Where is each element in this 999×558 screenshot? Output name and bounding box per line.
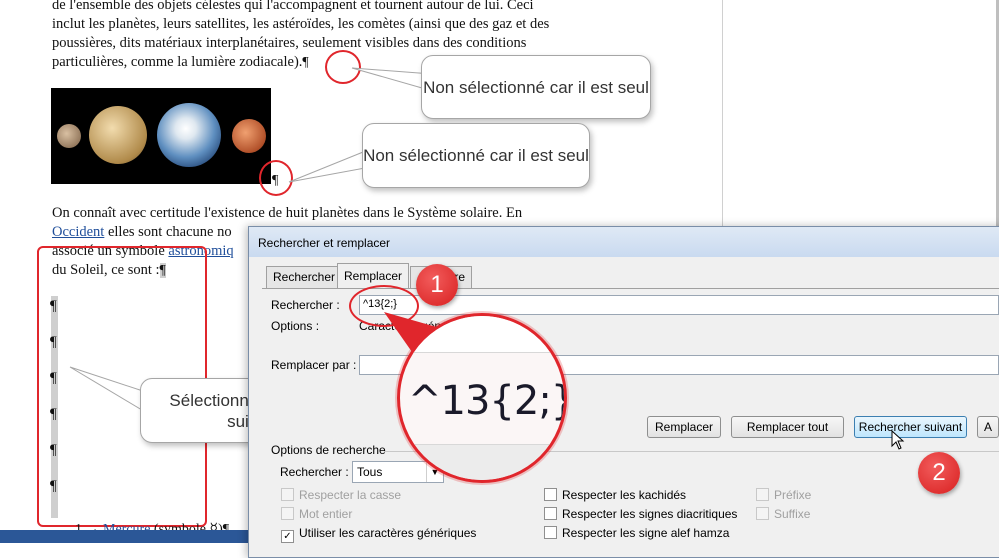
diacritics-checkbox[interactable]: Respecter les signes diacritiques [544,507,737,521]
options-label: Options : [271,319,320,333]
dialog-titlebar[interactable]: Rechercher et remplacer [249,227,999,257]
magnifier-zoom: ^13{2;} [397,313,567,483]
checkbox-box [756,488,769,501]
earth-planet [157,103,221,167]
magnified-search-text: ^13{2;} [408,378,567,424]
find-next-button[interactable]: Rechercher suivant [854,416,967,438]
step-badge-1: 1 [416,264,458,306]
whole-word-checkbox[interactable]: Mot entier [281,507,352,521]
magnifier-top [400,316,564,353]
annotation-circle [325,50,361,84]
text-span: particulières, comme la lumière zodiacal… [52,54,303,70]
callout-text: Non sélectionné car il est seul [423,77,649,97]
cursor-shape [891,430,905,450]
search-label: Rechercher : [271,298,340,312]
match-case-checkbox[interactable]: Respecter la casse [281,488,401,502]
wildcards-checkbox[interactable]: ✓ Utiliser les caractères génériques [281,526,476,543]
text-line: poussières, dits matériaux interplanétai… [52,35,527,51]
annotation-circle [259,160,293,196]
callout-not-selected-2: Non sélectionné car il est seul [362,123,590,188]
occident-link[interactable]: Occident [52,224,104,240]
replace-all-button[interactable]: Remplacer tout [731,416,844,438]
checkbox-label: Préfixe [774,488,812,502]
callout-text: Non sélectionné car il est seul [363,146,589,165]
callout-not-selected-1: Non sélectionné car il est seul [421,55,651,119]
checkbox-box [544,507,557,520]
text-line: inclut les planètes, leurs satellites, l… [52,16,550,32]
checkbox-label: Utiliser les caractères génériques [299,526,477,540]
checkbox-box [281,488,294,501]
checkbox-label: Suffixe [774,507,811,521]
checkbox-label: Respecter les kachidés [562,488,687,502]
mars-planet [232,119,266,153]
checkbox-box [281,507,294,520]
pilcrow-mark: ¶ [302,55,309,70]
alef-hamza-checkbox[interactable]: Respecter les signe alef hamza [544,526,729,540]
search-input[interactable]: ^13{2;} [359,295,999,315]
checkbox-label: Respecter la casse [299,488,402,502]
select-value: Tous [357,465,383,479]
dialog-title: Rechercher et remplacer [258,236,391,250]
tab-rechercher[interactable]: Rechercher [266,266,343,288]
text-line: On connaît avec certitude l'existence de… [52,205,523,221]
mouse-cursor-icon [891,430,905,450]
checkbox-label: Mot entier [299,507,353,521]
prefix-checkbox[interactable]: Préfixe [756,488,811,502]
kashida-checkbox[interactable]: Respecter les kachidés [544,488,686,502]
replace-button[interactable]: Remplacer [647,416,721,438]
search-direction-label: Rechercher : [280,465,349,479]
venus-planet [89,106,147,164]
checkbox-label: Respecter les signes diacritiques [562,507,738,521]
text-line: de l'ensemble des objets célestes qui l'… [52,0,534,13]
checkbox-box [544,526,557,539]
checkbox-box [544,488,557,501]
text-span: elles sont chacune no [104,224,232,240]
checkbox-box [756,507,769,520]
checkbox-label: Respecter les signe alef hamza [562,526,730,540]
cancel-button[interactable]: A [977,416,999,438]
step-badge-2: 2 [918,452,960,494]
search-options-heading: Options de recherche [271,443,386,457]
planets-image[interactable] [51,88,271,184]
replace-label: Remplacer par : [271,358,357,372]
taskbar-strip [0,530,250,543]
suffix-checkbox[interactable]: Suffixe [756,507,810,521]
mercury-planet [57,124,81,148]
magnifier-bottom [400,444,564,480]
checkmark-icon: ✓ [281,530,294,543]
